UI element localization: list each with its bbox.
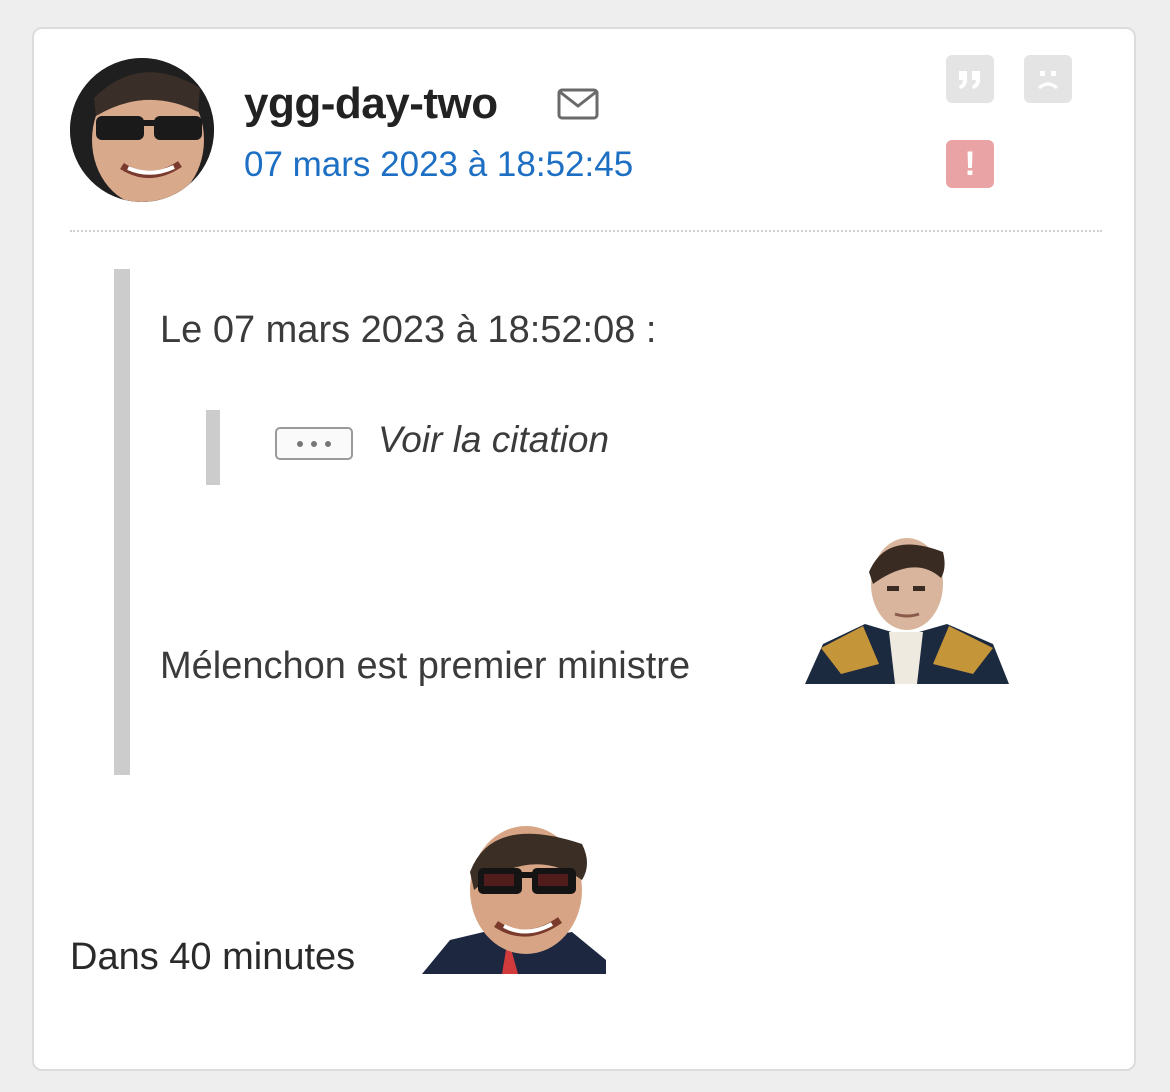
nested-quote-border [206, 410, 220, 485]
quote-icon [959, 71, 980, 89]
quote-header: Le 07 mars 2023 à 18:52:08 : [160, 309, 657, 351]
forum-post: ygg-day-two 07 mars 2023 à 18:52:45 ! Le… [32, 27, 1136, 1071]
report-button[interactable]: ! [946, 140, 994, 188]
dot-icon [311, 440, 317, 447]
sad-reaction-button[interactable] [1024, 55, 1072, 103]
expand-quote-button[interactable] [275, 427, 353, 460]
dot-icon [325, 440, 331, 447]
author-username[interactable]: ygg-day-two [244, 79, 498, 129]
view-quote-link[interactable]: Voir la citation [378, 419, 609, 461]
quote-button[interactable] [946, 55, 994, 103]
mail-icon[interactable] [556, 87, 600, 121]
quoted-message-text: Mélenchon est premier ministre [160, 645, 691, 687]
napoleon-sticker [805, 538, 1009, 684]
sunglasses-sticker [422, 826, 606, 974]
dot-icon [297, 440, 303, 447]
header-divider [70, 230, 1102, 232]
message-text: Dans 40 minutes [70, 936, 356, 978]
post-timestamp[interactable]: 07 mars 2023 à 18:52:45 [244, 145, 633, 185]
sad-face-icon [1038, 71, 1058, 90]
author-avatar[interactable] [70, 58, 214, 202]
exclamation-icon: ! [964, 144, 976, 183]
quote-border [114, 269, 130, 775]
